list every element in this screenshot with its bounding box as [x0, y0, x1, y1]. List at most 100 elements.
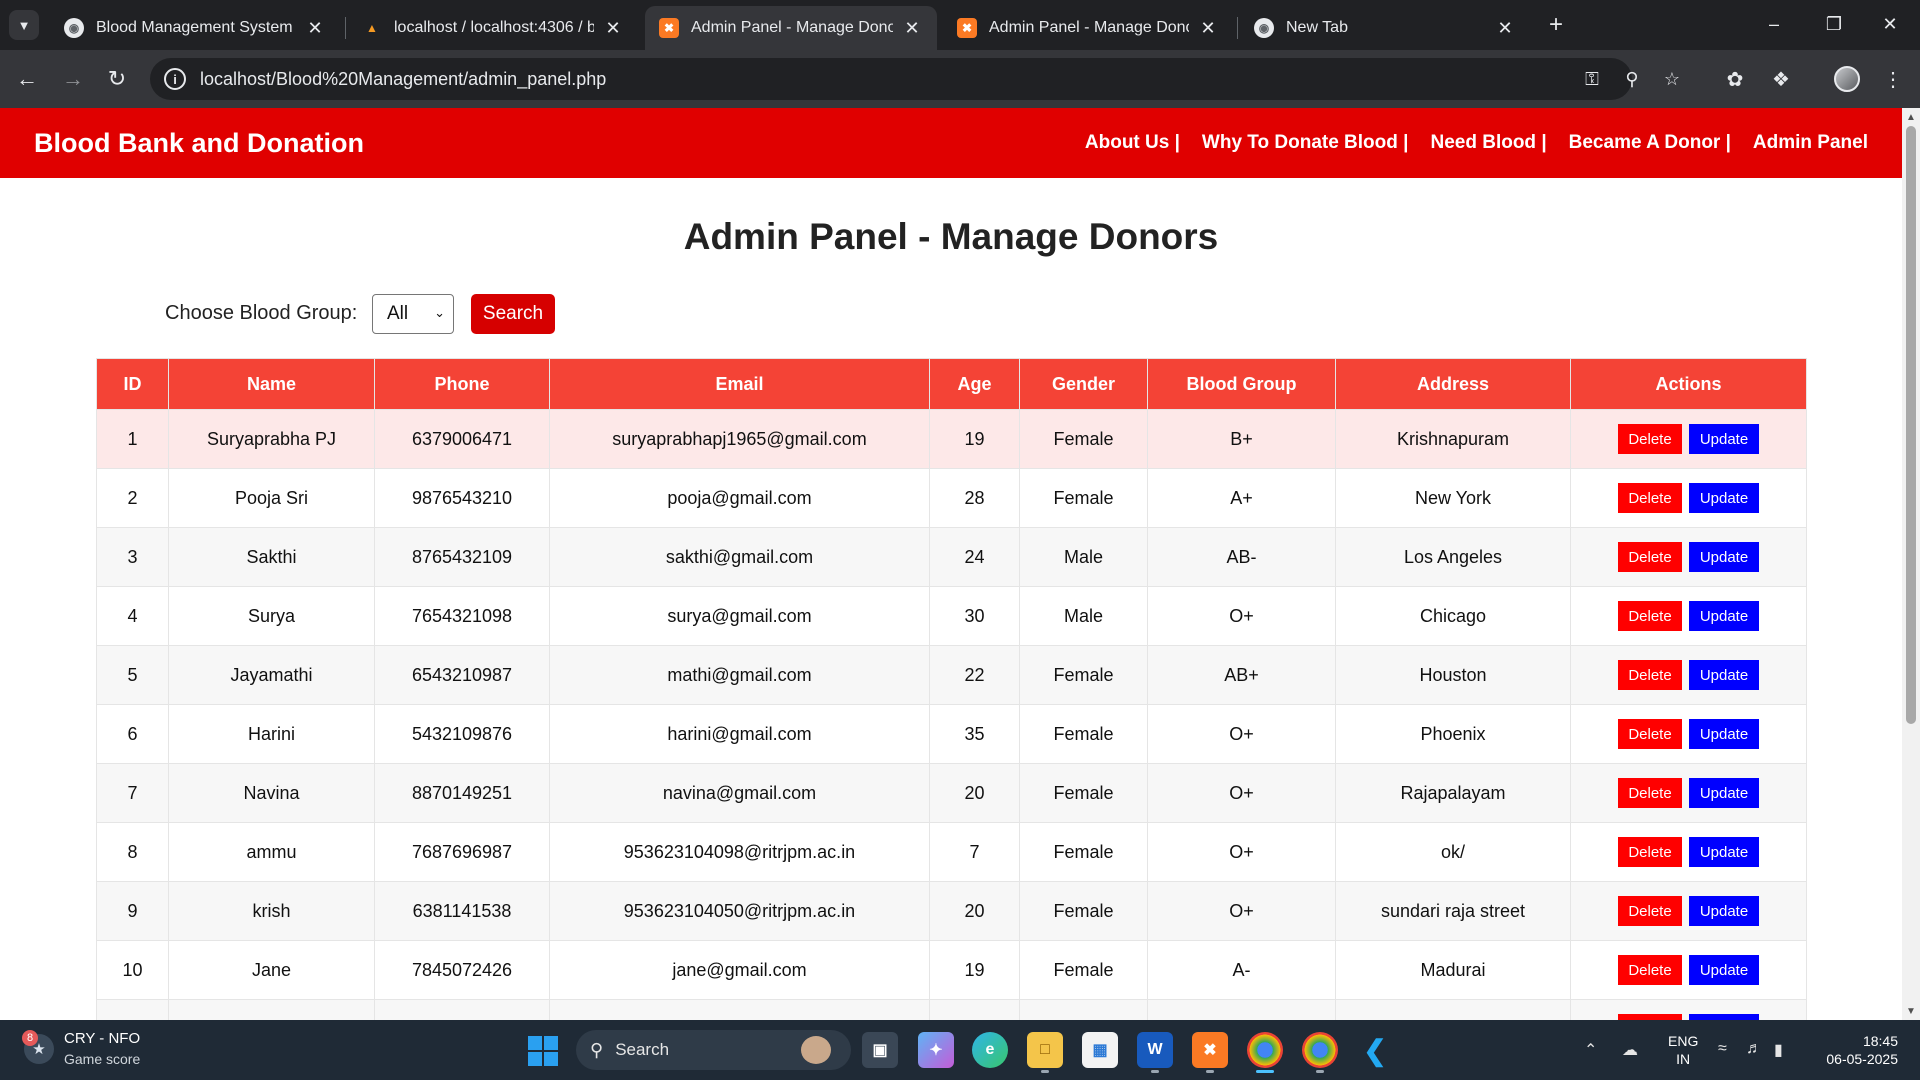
close-icon[interactable]: ✕: [602, 17, 624, 39]
copilot-icon[interactable]: ✦: [918, 1032, 954, 1068]
system-clock[interactable]: 18:45 06-05-2025: [1818, 1032, 1898, 1068]
tab-phpmyadmin[interactable]: ▲ localhost / localhost:4306 / blood ✕: [348, 6, 638, 50]
column-header: Name: [168, 358, 375, 410]
delete-button[interactable]: Delete: [1618, 601, 1682, 631]
blood-group-select[interactable]: All ⌄: [372, 294, 454, 334]
forward-arrow-icon[interactable]: →: [54, 60, 92, 98]
extensions-puzzle-icon[interactable]: ❖: [1768, 66, 1794, 92]
tab-new-tab[interactable]: ◉ New Tab ✕: [1240, 6, 1530, 50]
windows-start-icon[interactable]: [528, 1036, 558, 1066]
close-icon[interactable]: ✕: [901, 17, 923, 39]
bookmark-star-icon[interactable]: ☆: [1660, 67, 1684, 91]
tab-admin-panel-active[interactable]: ✖ Admin Panel - Manage Donors ✕: [645, 6, 937, 50]
update-button[interactable]: Update: [1689, 719, 1759, 749]
nav-why-donate[interactable]: Why To Donate Blood |: [1202, 132, 1409, 154]
onedrive-warning-icon[interactable]: ☁: [1622, 1040, 1638, 1060]
table-cell: 7: [929, 822, 1020, 882]
close-window-icon[interactable]: ✕: [1860, 0, 1920, 48]
update-button[interactable]: Update: [1689, 837, 1759, 867]
file-explorer-icon[interactable]: □: [1027, 1032, 1063, 1073]
tab-search-menu-button[interactable]: ▼: [9, 10, 39, 40]
close-icon[interactable]: ✕: [1197, 17, 1219, 39]
xampp-icon[interactable]: ✖: [1192, 1032, 1228, 1073]
tab-blood-management[interactable]: ◉ Blood Management System PHP ✕: [50, 6, 340, 50]
actions-cell: DeleteUpdate: [1570, 999, 1807, 1020]
tab-divider: [1237, 17, 1238, 39]
volume-icon[interactable]: ♬: [1746, 1040, 1762, 1058]
nav-admin-panel[interactable]: Admin Panel: [1753, 132, 1868, 154]
minimize-icon[interactable]: –: [1744, 0, 1804, 48]
table-cell: Female: [1019, 822, 1148, 882]
table-cell: Surya: [168, 586, 375, 646]
key-icon[interactable]: ⚿: [1580, 67, 1604, 91]
site-info-icon[interactable]: i: [164, 68, 186, 90]
profile-avatar[interactable]: [1834, 66, 1860, 92]
nav-about-us[interactable]: About Us |: [1085, 132, 1180, 154]
delete-button[interactable]: Delete: [1618, 719, 1682, 749]
delete-button[interactable]: Delete: [1618, 660, 1682, 690]
table-cell: O+: [1147, 822, 1336, 882]
show-hidden-icons-chevron-icon[interactable]: ⌃: [1584, 1040, 1597, 1060]
table-cell: 20: [929, 763, 1020, 823]
table-cell: 2: [96, 468, 169, 528]
microsoft-store-icon[interactable]: ▦: [1082, 1032, 1118, 1068]
chrome-profile-icon[interactable]: [1302, 1032, 1338, 1073]
address-bar[interactable]: i localhost/Blood%20Management/admin_pan…: [150, 58, 1680, 100]
update-button[interactable]: Update: [1689, 896, 1759, 926]
delete-button[interactable]: Delete: [1618, 955, 1682, 985]
table-cell: 953623104098@ritrjpm.ac.in: [549, 822, 930, 882]
update-button[interactable]: Update: [1689, 660, 1759, 690]
vscode-icon[interactable]: ❮: [1357, 1032, 1393, 1068]
table-cell: 30: [929, 586, 1020, 646]
delete-button[interactable]: Delete: [1618, 837, 1682, 867]
phpmyadmin-icon: ▲: [366, 21, 378, 35]
delete-button[interactable]: Delete: [1618, 483, 1682, 513]
tab-admin-panel[interactable]: ✖ Admin Panel - Manage Donors ✕: [943, 6, 1233, 50]
widgets-button[interactable]: ★ 8 CRY - NFO Game score: [22, 1029, 140, 1069]
battery-icon[interactable]: ▮: [1774, 1040, 1783, 1060]
update-button[interactable]: Update: [1689, 778, 1759, 808]
actions-cell: DeleteUpdate: [1570, 704, 1807, 764]
nav-need-blood[interactable]: Need Blood |: [1430, 132, 1546, 154]
word-icon[interactable]: W: [1137, 1032, 1173, 1073]
table-cell: pooja@gmail.com: [549, 468, 930, 528]
table-cell: ammu: [168, 822, 375, 882]
site-brand[interactable]: Blood Bank and Donation: [34, 128, 364, 159]
restore-icon[interactable]: ❐: [1804, 0, 1864, 48]
update-button[interactable]: Update: [1689, 601, 1759, 631]
update-button[interactable]: Update: [1689, 483, 1759, 513]
search-button[interactable]: Search: [471, 294, 555, 334]
delete-button[interactable]: Delete: [1618, 778, 1682, 808]
blood-group-selected: All: [387, 303, 409, 324]
wifi-icon[interactable]: ≈: [1718, 1040, 1727, 1058]
more-menu-icon[interactable]: ⋮: [1880, 66, 1906, 92]
url-text[interactable]: localhost/Blood%20Management/admin_panel…: [200, 69, 606, 90]
scrollbar-thumb[interactable]: [1906, 126, 1916, 724]
nav-become-donor[interactable]: Became A Donor |: [1569, 132, 1731, 154]
cookie-extension-icon[interactable]: ✿: [1722, 66, 1748, 92]
delete-button[interactable]: Delete: [1618, 896, 1682, 926]
close-icon[interactable]: ✕: [1494, 17, 1516, 39]
reload-icon[interactable]: ↻: [98, 60, 136, 98]
language-indicator[interactable]: ENG IN: [1668, 1032, 1698, 1068]
scroll-down-arrow-icon[interactable]: ▼: [1906, 1006, 1916, 1017]
column-header: Blood Group: [1147, 358, 1336, 410]
new-tab-button[interactable]: +: [1541, 10, 1571, 40]
page-scrollbar[interactable]: ▲ ▼: [1902, 108, 1920, 1020]
chrome-icon[interactable]: [1247, 1032, 1283, 1073]
scroll-up-arrow-icon[interactable]: ▲: [1906, 112, 1916, 123]
zoom-icon[interactable]: ⚲: [1620, 67, 1644, 91]
delete-button[interactable]: Delete: [1618, 542, 1682, 572]
update-button[interactable]: Update: [1689, 424, 1759, 454]
table-cell: O+: [1147, 763, 1336, 823]
table-cell: 3: [96, 527, 169, 587]
task-view-icon[interactable]: ▣: [862, 1032, 898, 1068]
taskbar-search[interactable]: ⚲ Search: [576, 1030, 851, 1070]
back-arrow-icon[interactable]: ←: [8, 60, 46, 98]
site-header: Blood Bank and Donation About Us | Why T…: [0, 108, 1902, 178]
close-icon[interactable]: ✕: [304, 17, 326, 39]
delete-button[interactable]: Delete: [1618, 424, 1682, 454]
edge-icon[interactable]: e: [972, 1032, 1008, 1068]
update-button[interactable]: Update: [1689, 542, 1759, 572]
update-button[interactable]: Update: [1689, 955, 1759, 985]
